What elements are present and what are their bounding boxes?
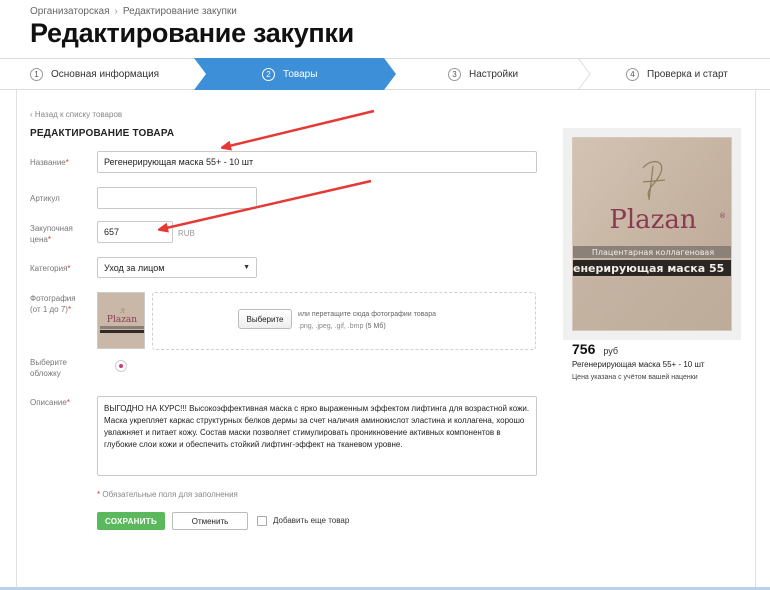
required-fields-note: * Обязательные поля для заполнения	[97, 490, 238, 499]
purchase-price-input[interactable]: 657	[97, 221, 173, 243]
required-mark: *	[67, 264, 71, 273]
article-input[interactable]	[97, 187, 257, 209]
step-label: Настройки	[469, 68, 519, 80]
step-label: Основная информация	[51, 68, 160, 80]
dropzone-hint: или перетащите сюда фотографии товара .p…	[298, 309, 436, 333]
cover-label-line1: Выберите	[30, 358, 67, 367]
name-label: Название*	[30, 157, 69, 168]
category-select[interactable]: Уход за лицом ▼	[97, 257, 257, 278]
cover-radio[interactable]	[115, 360, 127, 372]
required-note-text: Обязательные поля для заполнения	[102, 490, 238, 499]
step-number: 3	[448, 67, 461, 81]
dropzone-instructions: или перетащите сюда фотографии товара	[298, 311, 436, 318]
price-label-line2: цена	[30, 235, 48, 244]
photos-label-line1: Фотография	[30, 294, 76, 303]
required-mark: *	[66, 398, 70, 407]
currency-unit: RUB	[178, 229, 195, 238]
step-wizard: 1 Основная информация 2 Товары 3 Настрой…	[0, 58, 770, 90]
step-divider	[577, 58, 591, 90]
required-mark: *	[65, 158, 69, 167]
required-mark: *	[67, 305, 72, 314]
radio-selected-dot	[119, 364, 123, 368]
package-line-2: енерирующая маска 55	[573, 262, 724, 275]
chevron-down-icon: ▼	[243, 264, 250, 271]
package-registered-mark: ®	[719, 212, 726, 220]
cancel-button[interactable]: Отменить	[172, 512, 248, 530]
breadcrumb-separator: ›	[114, 6, 118, 17]
step-label: Проверка и старт	[647, 68, 728, 80]
price-label-line1: Закупочная	[30, 224, 73, 233]
step-number: 4	[626, 67, 639, 81]
add-more-checkbox[interactable]	[257, 516, 267, 526]
step-basic-info[interactable]: 1 Основная информация	[30, 59, 159, 89]
section-title: РЕДАКТИРОВАНИЕ ТОВАРА	[30, 128, 175, 139]
category-label-text: Категория	[30, 264, 68, 273]
step-number: 1	[30, 67, 43, 81]
required-mark: *	[97, 490, 101, 499]
step-settings[interactable]: 3 Настройки	[448, 59, 518, 89]
cover-label: Выберите обложку	[30, 357, 67, 379]
step-products[interactable]: 2 Товары	[262, 59, 317, 89]
back-to-products-link[interactable]: ‹ Назад к списку товаров	[30, 110, 122, 119]
preview-product-name: Регенерирующая маска 55+ - 10 шт	[572, 360, 705, 369]
breadcrumb-link-organizer[interactable]: Организаторская	[30, 6, 110, 17]
choose-file-button[interactable]: Выберите	[238, 309, 292, 329]
step-label: Товары	[283, 68, 318, 80]
price-label: Закупочная цена*	[30, 223, 73, 245]
article-label: Артикул	[30, 194, 60, 203]
save-button[interactable]: СОХРАНИТЬ	[97, 512, 165, 530]
add-more-label[interactable]: Добавить еще товар	[273, 516, 349, 525]
product-package-graphic: Plazan ® Плацентарная коллагеновая енери…	[573, 138, 731, 330]
breadcrumb-current: Редактирование закупки	[122, 6, 237, 17]
page-title: Редактирование закупки	[30, 18, 354, 48]
description-label-text: Описание	[30, 398, 67, 407]
breadcrumb: Организаторская › Редактирование закупки	[30, 6, 237, 17]
category-selected-value: Уход за лицом	[104, 262, 165, 273]
photo-dropzone[interactable]: Выберите или перетащите сюда фотографии …	[152, 292, 536, 350]
photos-label: Фотография (от 1 до 7)*	[30, 293, 76, 315]
thumbnail-brand: Plazan	[107, 315, 137, 325]
product-name-input[interactable]: Регенерирующая маска 55+ - 10 шт	[97, 151, 537, 173]
preview-price: 756	[572, 341, 596, 357]
name-label-text: Название	[30, 158, 66, 167]
preview-price-row: 756 руб	[572, 341, 618, 357]
cover-label-line2: обложку	[30, 369, 61, 378]
product-photo-thumbnail[interactable]: ℛ Plazan	[97, 292, 145, 349]
photos-label-line2: (от 1 до 7)	[30, 305, 68, 314]
package-brand: Plazan	[609, 205, 697, 235]
step-review-start[interactable]: 4 Проверка и старт	[626, 59, 728, 89]
step-number: 2	[262, 67, 275, 81]
preview-price-note: Цена указана с учётом вашей наценки	[572, 374, 698, 381]
package-line-1: Плацентарная коллагеновая	[592, 248, 714, 257]
allowed-formats: .png, .jpeg, .gif, .bmp	[298, 323, 364, 330]
description-label: Описание*	[30, 397, 70, 408]
product-preview-image: Plazan ® Плацентарная коллагеновая енери…	[572, 137, 732, 331]
max-file-size: (5 Мб)	[365, 323, 386, 330]
thumbnail-image: ℛ Plazan	[98, 293, 144, 348]
description-textarea[interactable]: ВЫГОДНО НА КУРС!!! Высокоэффективная мас…	[97, 396, 537, 476]
required-mark: *	[47, 235, 51, 244]
category-label: Категория*	[30, 263, 71, 274]
preview-currency: руб	[603, 346, 619, 356]
